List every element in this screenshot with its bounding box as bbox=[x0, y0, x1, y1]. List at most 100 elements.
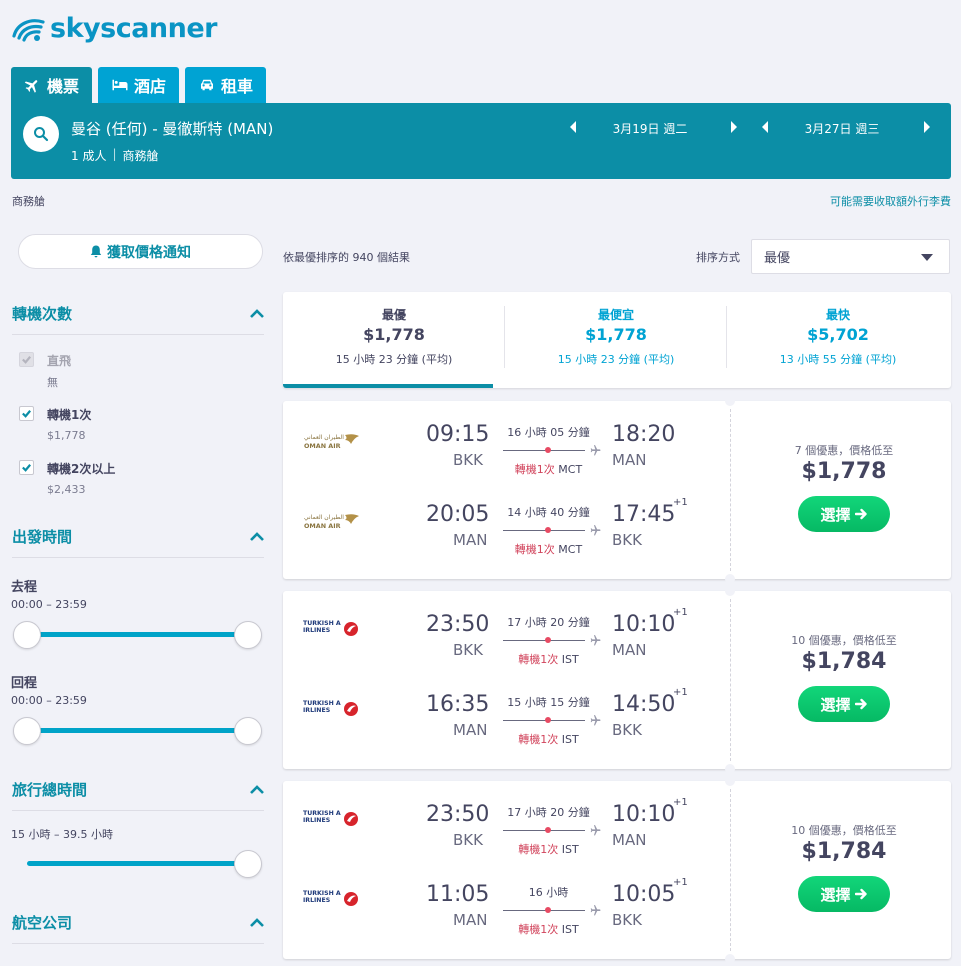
summary-tab-cheapest[interactable]: 最便宜 $1,778 15 小時 23 分鐘 (平均) bbox=[505, 292, 727, 388]
arrival-time: 10:05 bbox=[612, 882, 676, 907]
flight-result-card[interactable]: TURKISH AIRLINES 23:50 BKK 17 小時 20 分鐘 轉機1次… bbox=[283, 776, 951, 964]
flight-duration: 14 小時 40 分鐘 bbox=[507, 506, 590, 519]
stops-one-checkbox[interactable] bbox=[19, 406, 34, 421]
departure-time: 09:15 bbox=[426, 422, 490, 447]
results-count: 依最優排序的 940 個結果 bbox=[283, 251, 410, 264]
duration-slider-handle[interactable] bbox=[234, 850, 262, 878]
stops-direct-checkbox[interactable] bbox=[19, 352, 34, 367]
stops-info: 轉機1次 MCT bbox=[501, 541, 596, 557]
return-prev-day-button[interactable] bbox=[760, 120, 770, 134]
return-label: 回程 bbox=[11, 676, 38, 691]
flight-result-card[interactable]: الطيران العماني OMAN AIR 09:15 BKK 16 小時 0… bbox=[283, 396, 951, 584]
trip-details[interactable]: 1 成人 | 商務艙 bbox=[71, 147, 159, 164]
tab-label: 租車 bbox=[220, 77, 253, 96]
plane-icon bbox=[588, 444, 601, 457]
return-slider-max-handle[interactable] bbox=[234, 717, 262, 745]
stopover-airport: IST bbox=[561, 923, 579, 936]
sort-summary-tabs: 最優 $1,778 15 小時 23 分鐘 (平均) 最便宜 $1,778 15… bbox=[283, 292, 951, 388]
summary-tab-fastest[interactable]: 最快 $5,702 13 小時 55 分鐘 (平均) bbox=[727, 292, 949, 388]
departure-times-filter-header[interactable]: 出發時間 bbox=[12, 526, 264, 558]
select-flight-button[interactable]: 選擇 bbox=[798, 496, 890, 532]
departure-airport: BKK bbox=[453, 641, 483, 659]
tab-car-hire[interactable]: 租車 bbox=[185, 67, 266, 103]
flight-duration: 16 小時 bbox=[528, 886, 569, 899]
card-notch bbox=[725, 764, 735, 774]
cabin-text: 商務艙 bbox=[122, 149, 159, 163]
checkmark-icon bbox=[22, 356, 32, 364]
airline-name: TURKISH AIRLINES bbox=[303, 620, 341, 634]
stops-two-plus-checkbox[interactable] bbox=[19, 460, 34, 475]
turkish-airlines-logo: TURKISH AIRLINES bbox=[303, 619, 361, 639]
stops-one-label: 轉機1次 bbox=[47, 408, 92, 422]
arrival-time: 10:10 bbox=[612, 612, 676, 637]
baggage-fees-link[interactable]: 可能需要收取額外行李費 bbox=[830, 193, 951, 209]
stops-direct-price: 無 bbox=[47, 376, 58, 389]
deals-count: 10 個優惠，價格低至 bbox=[791, 824, 897, 837]
outbound-time-slider-track[interactable] bbox=[24, 632, 249, 637]
select-flight-button[interactable]: 選擇 bbox=[798, 876, 890, 912]
departure-airport: MAN bbox=[453, 911, 488, 929]
turkish-airlines-logo: TURKISH AIRLINES bbox=[303, 699, 361, 719]
depart-next-day-button[interactable] bbox=[729, 120, 739, 134]
tab-hotels[interactable]: 酒店 bbox=[98, 67, 179, 103]
chevron-right-icon bbox=[924, 121, 930, 133]
select-flight-button[interactable]: 選擇 bbox=[798, 686, 890, 722]
return-time-slider-track[interactable] bbox=[24, 728, 249, 733]
card-notch bbox=[725, 396, 735, 406]
arrival-time: 14:50 bbox=[612, 692, 676, 717]
depart-date[interactable]: 3月19日 週二 bbox=[585, 120, 715, 137]
flight-result-card[interactable]: TURKISH AIRLINES 23:50 BKK 17 小時 20 分鐘 轉機1次… bbox=[283, 586, 951, 774]
active-tab-indicator bbox=[283, 384, 493, 388]
depart-prev-day-button[interactable] bbox=[568, 120, 578, 134]
arrival-airport: MAN bbox=[612, 451, 647, 469]
airline-name: TURKISH AIRLINES bbox=[303, 700, 341, 714]
brand-name: skyscanner bbox=[50, 12, 218, 44]
arrival-time: 17:45 bbox=[612, 502, 676, 527]
sort-select[interactable]: 最優 bbox=[751, 239, 950, 274]
summary-duration: 15 小時 23 分鐘 (平均) bbox=[557, 353, 675, 366]
route-text[interactable]: 曼谷 (任何) - 曼徹斯特 (MAN) bbox=[71, 118, 273, 139]
chevron-left-icon bbox=[762, 121, 768, 133]
journey-duration-filter-header[interactable]: 旅行總時間 bbox=[12, 779, 264, 811]
return-date[interactable]: 3月27日 週三 bbox=[777, 120, 907, 137]
sort-label: 排序方式 bbox=[696, 251, 740, 264]
stops-info: 轉機1次 IST bbox=[501, 731, 596, 747]
stops-info: 轉機1次 IST bbox=[501, 841, 596, 857]
card-notch bbox=[725, 586, 735, 596]
summary-tab-best[interactable]: 最優 $1,778 15 小時 23 分鐘 (平均) bbox=[283, 292, 505, 388]
arrival-time: 18:20 bbox=[612, 422, 676, 447]
skyscanner-cloud-icon bbox=[12, 19, 45, 42]
airline-name: TURKISH AIRLINES bbox=[303, 810, 341, 824]
price-alert-button[interactable]: 獲取價格通知 bbox=[18, 234, 263, 269]
tab-flights[interactable]: 機票 bbox=[11, 67, 92, 103]
chevron-up-icon bbox=[250, 309, 264, 318]
departure-airport: MAN bbox=[453, 531, 488, 549]
caret-down-icon bbox=[921, 254, 933, 261]
turkish-airlines-logo: TURKISH AIRLINES bbox=[303, 889, 361, 909]
return-next-day-button[interactable] bbox=[922, 120, 932, 134]
return-slider-min-handle[interactable] bbox=[13, 717, 41, 745]
select-label: 選擇 bbox=[820, 695, 851, 714]
departure-airport: MAN bbox=[453, 721, 488, 739]
stopover-airport: MCT bbox=[558, 463, 583, 476]
card-notch bbox=[725, 954, 735, 964]
duration-slider-track[interactable] bbox=[27, 861, 247, 866]
bed-icon bbox=[112, 79, 128, 91]
stops-filter-header[interactable]: 轉機次數 bbox=[12, 303, 264, 335]
flight-duration: 17 小時 20 分鐘 bbox=[507, 806, 590, 819]
skyscanner-logo[interactable]: skyscanner bbox=[12, 10, 218, 46]
plane-icon bbox=[588, 634, 601, 647]
stops-count: 轉機1次 bbox=[518, 923, 559, 936]
route-line bbox=[503, 830, 585, 831]
stops-direct-label: 直飛 bbox=[47, 354, 72, 368]
search-summary-bar[interactable]: 曼谷 (任何) - 曼徹斯特 (MAN) 1 成人 | 商務艙 3月19日 週二… bbox=[11, 103, 951, 179]
airlines-filter-header[interactable]: 航空公司 bbox=[12, 912, 264, 944]
outbound-slider-min-handle[interactable] bbox=[13, 621, 41, 649]
card-notch bbox=[725, 776, 735, 786]
route-line bbox=[503, 640, 585, 641]
stops-count: 轉機1次 bbox=[514, 463, 555, 476]
search-button[interactable] bbox=[23, 116, 59, 152]
outbound-slider-max-handle[interactable] bbox=[234, 621, 262, 649]
deals-count: 7 個優惠，價格低至 bbox=[794, 444, 894, 457]
stops-count: 轉機1次 bbox=[518, 653, 559, 666]
